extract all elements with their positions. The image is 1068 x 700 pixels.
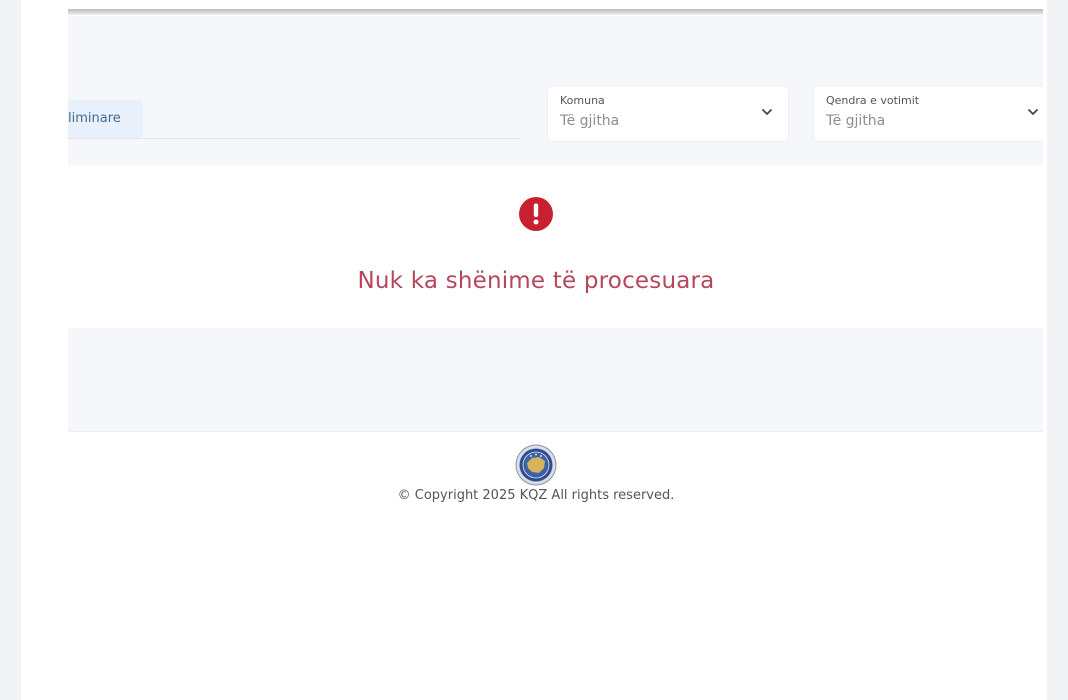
- kqz-seal-logo: [515, 444, 557, 486]
- polling-center-select[interactable]: Qendra e votimit Të gjitha: [814, 86, 1043, 141]
- municipality-select-value: Të gjitha: [560, 113, 620, 129]
- tab-preliminary-label: liminare: [68, 111, 121, 126]
- empty-state: Nuk ka shënime të procesuara: [68, 166, 1043, 328]
- page-frame: liminare Komuna Të gjitha Qendra e votim…: [21, 0, 1047, 700]
- chevron-down-icon: [762, 109, 772, 115]
- municipality-select-label: Komuna: [560, 94, 605, 107]
- results-page: liminare Komuna Të gjitha Qendra e votim…: [68, 0, 1043, 700]
- empty-state-message: Nuk ka shënime të procesuara: [357, 268, 715, 294]
- chevron-down-icon: [1028, 109, 1038, 115]
- polling-center-select-value: Të gjitha: [826, 113, 886, 129]
- filter-bar: liminare Komuna Të gjitha Qendra e votim…: [68, 16, 1043, 166]
- polling-center-select-label: Qendra e votimit: [826, 94, 920, 107]
- footer: © Copyright 2025 KQZ All rights reserved…: [68, 432, 1043, 700]
- copyright-text: © Copyright 2025 KQZ All rights reserved…: [397, 488, 675, 503]
- tab-underline: [68, 138, 521, 139]
- content-band: [68, 328, 1043, 432]
- exclamation-circle-icon: [519, 197, 553, 231]
- tab-preliminary[interactable]: liminare: [68, 100, 143, 138]
- top-divider: [68, 9, 1043, 15]
- municipality-select[interactable]: Komuna Të gjitha: [548, 86, 788, 141]
